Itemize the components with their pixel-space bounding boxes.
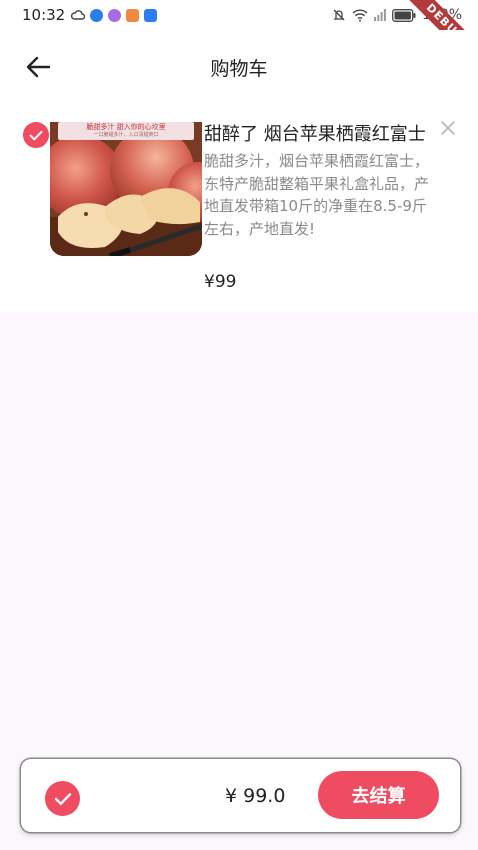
close-icon — [441, 121, 455, 135]
item-price: ¥99 — [204, 272, 237, 292]
status-bar: 10:32 100% DEBUG — [0, 0, 478, 69]
image-banner: 脆甜多汁 甜入你的心坎里 一口脆甜多汁，入口清甜爽口 — [58, 122, 194, 140]
wifi-icon — [352, 8, 368, 21]
app-icon-purple — [108, 8, 122, 22]
page-title: 购物车 — [210, 57, 268, 80]
arrow-left-icon — [26, 56, 51, 78]
item-title: 甜醉了 烟台苹果栖霞红富士 — [204, 124, 426, 145]
cart-item[interactable]: 脆甜多汁 甜入你的心坎里 一口脆甜多汁，入口清甜爽口 甜醉了 烟台苹果栖霞红富士… — [0, 104, 478, 312]
signal-icon — [373, 9, 386, 21]
mute-icon — [333, 9, 345, 21]
back-button[interactable] — [22, 52, 54, 82]
image-banner-sub: 一口脆甜多汁，入口清甜爽口 — [93, 132, 159, 138]
total-price: ¥ 99.0 — [225, 785, 286, 807]
battery-icon — [392, 8, 416, 22]
remove-item-button[interactable] — [438, 118, 458, 138]
checkout-bar: ¥ 99.0 去结算 — [21, 759, 460, 832]
status-time: 10:32 — [22, 6, 66, 24]
checkout-button[interactable]: 去结算 — [318, 771, 439, 819]
check-icon — [54, 792, 71, 805]
app-bar: 购物车 — [0, 30, 478, 104]
product-image[interactable]: 脆甜多汁 甜入你的心坎里 一口脆甜多汁，入口清甜爽口 — [50, 122, 202, 256]
browser-icon — [90, 8, 104, 22]
cloud-icon — [71, 9, 86, 20]
item-description: 脆甜多汁，烟台苹果栖霞红富士，东特产脆甜整箱平果礼盒礼品，产地直发带箱10斤的净… — [204, 152, 430, 238]
image-banner-main: 脆甜多汁 甜入你的心坎里 — [86, 123, 166, 131]
cart-list: 脆甜多汁 甜入你的心坎里 一口脆甜多汁，入口清甜爽口 甜醉了 烟台苹果栖霞红富士… — [0, 104, 478, 312]
app-icon-blue — [144, 8, 158, 22]
apple-photo — [50, 122, 202, 256]
check-icon — [29, 130, 43, 140]
status-notification-icons — [71, 8, 158, 22]
item-checkbox[interactable] — [23, 122, 49, 148]
app-icon-orange — [126, 8, 140, 22]
select-all-checkbox[interactable] — [45, 781, 80, 816]
